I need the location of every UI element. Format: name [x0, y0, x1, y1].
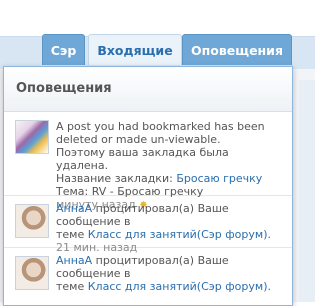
bookmark-label: Название закладки:	[56, 172, 173, 185]
tab-alerts[interactable]: Оповещения	[182, 34, 292, 65]
alert-item[interactable]: A post you had bookmarked has been delet…	[4, 112, 292, 211]
alert-text: теме	[56, 228, 88, 241]
alert-text-line: АннаА процитировал(а) Ваше сообщение в	[56, 254, 284, 280]
alerts-title: Оповещения	[4, 67, 292, 112]
alert-item[interactable]: АннаА процитировал(а) Ваше сообщение в т…	[4, 248, 292, 305]
avatar[interactable]	[15, 120, 49, 154]
alert-text-line: теме Класс для занятий(Сэр форум).	[56, 280, 284, 293]
tab-ser[interactable]: Сэр	[42, 34, 85, 65]
top-strip	[0, 0, 315, 36]
alert-text-line: АннаА процитировал(а) Ваше сообщение в	[56, 202, 284, 228]
bookmark-line: Название закладки: Бросаю гречку	[56, 172, 284, 185]
alert-text-line: теме Класс для занятий(Сэр форум).	[56, 228, 284, 241]
bookmark-link[interactable]: Бросаю гречку	[176, 172, 262, 185]
avatar[interactable]	[15, 204, 49, 238]
alert-text-line: Поэтому ваша закладка была удалена.	[56, 146, 229, 172]
alerts-dropdown: Оповещения A post you had bookmarked has…	[3, 66, 293, 306]
alert-text-line: A post you had bookmarked has been	[56, 120, 265, 133]
alert-item[interactable]: АннаА процитировал(а) Ваше сообщение в т…	[4, 196, 292, 254]
topic-link[interactable]: Класс для занятий(Сэр форум).	[88, 228, 271, 241]
user-link[interactable]: АннаА	[56, 202, 92, 215]
user-link[interactable]: АннаА	[56, 254, 92, 267]
tab-inbox[interactable]: Входящие	[88, 34, 182, 65]
topic-link[interactable]: Класс для занятий(Сэр форум).	[88, 280, 271, 293]
background-content	[299, 80, 315, 302]
alert-text-line: deleted or made un-viewable.	[56, 133, 221, 146]
avatar[interactable]	[15, 256, 49, 290]
alert-text: теме	[56, 280, 88, 293]
